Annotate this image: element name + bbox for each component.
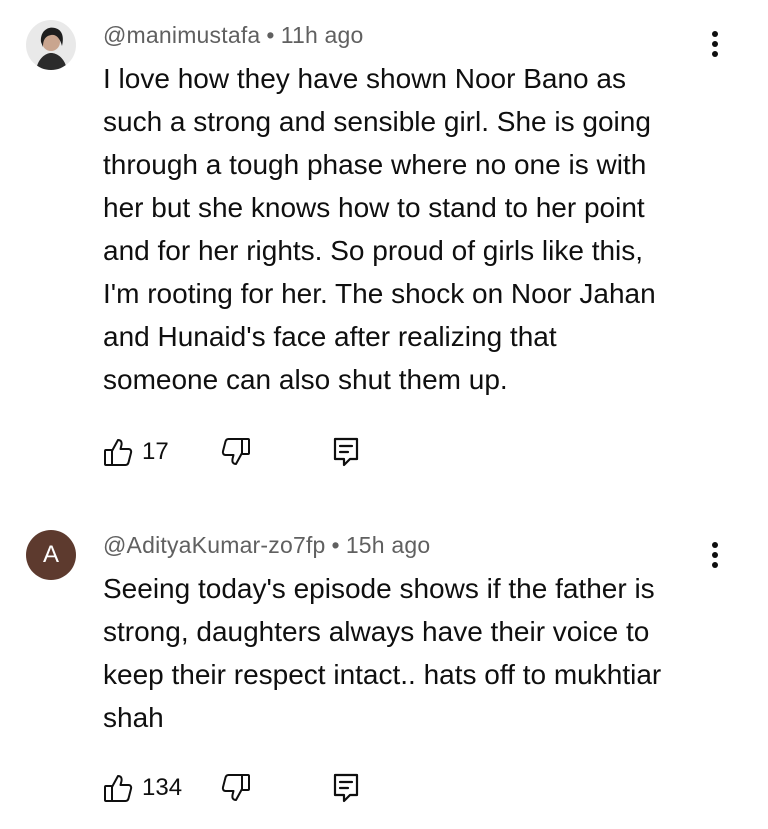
comment-text-line: keep their respect intact.. hats off to …	[103, 659, 662, 690]
comment-text-line: her but she knows how to stand to her po…	[103, 192, 645, 223]
comment-text-line: someone can also shut them up.	[103, 364, 508, 395]
like-count: 17	[142, 438, 169, 465]
comment-text-line: I'm rooting for her. The shock on Noor J…	[103, 278, 656, 309]
reply-comment-icon	[333, 437, 359, 467]
comment-author[interactable]: @manimustafa	[103, 22, 260, 48]
comment-time[interactable]: 15h ago	[346, 532, 431, 558]
comment-text-line: Seeing today's episode shows if the fath…	[103, 573, 655, 604]
avatar-letter: A	[42, 541, 59, 568]
comment-text-line: through a tough phase where no one is wi…	[103, 149, 647, 180]
comment-item: A @AdityaKumar-zo7fp • 15h ago Seeing toda…	[0, 510, 768, 829]
thumb-up-icon	[104, 439, 133, 466]
reply-comment-icon	[333, 773, 359, 803]
dislike-button[interactable]	[220, 432, 252, 472]
comment-meta: @AdityaKumar-zo7fp • 15h ago	[103, 532, 430, 559]
comment-text-line: I love how they have shown Noor Bano as	[103, 63, 626, 94]
like-button[interactable]: 134	[102, 768, 182, 808]
reply-button[interactable]	[331, 432, 361, 472]
comment-text-line: strong, daughters always have their voic…	[103, 616, 650, 647]
comment-text-line: such a strong and sensible girl. She is …	[103, 106, 651, 137]
more-vert-icon	[712, 31, 718, 57]
like-button[interactable]: 17	[102, 432, 169, 472]
thumb-up-icon	[104, 775, 133, 802]
like-count: 134	[142, 774, 183, 801]
avatar[interactable]	[26, 20, 76, 70]
comment-author[interactable]: @AdityaKumar-zo7fp	[103, 532, 326, 558]
more-vert-icon	[712, 542, 718, 568]
comment-meta: @manimustafa • 11h ago	[103, 22, 364, 49]
comment-text-line: and Hunaid's face after realizing that	[103, 321, 557, 352]
comment-actions: 134	[102, 768, 402, 808]
meta-separator: •	[331, 532, 340, 558]
comment-item: @manimustafa • 11h ago I love how they hav…	[0, 0, 768, 500]
comment-actions: 17	[102, 432, 402, 472]
thumb-down-icon	[221, 438, 250, 465]
reply-button[interactable]	[331, 768, 361, 808]
comment-text: I love how they have shown Noor Bano as …	[103, 57, 728, 401]
avatar[interactable]: A	[26, 530, 76, 580]
comment-text-line: and for her rights. So proud of girls li…	[103, 235, 644, 266]
meta-separator: •	[266, 22, 275, 48]
comment-text-line: shah	[103, 702, 164, 733]
comment-text: Seeing today's episode shows if the fath…	[103, 567, 728, 739]
comment-time[interactable]: 11h ago	[281, 22, 364, 48]
user-photo-avatar-icon	[26, 20, 76, 70]
thumb-down-icon	[221, 774, 250, 801]
dislike-button[interactable]	[220, 768, 252, 808]
